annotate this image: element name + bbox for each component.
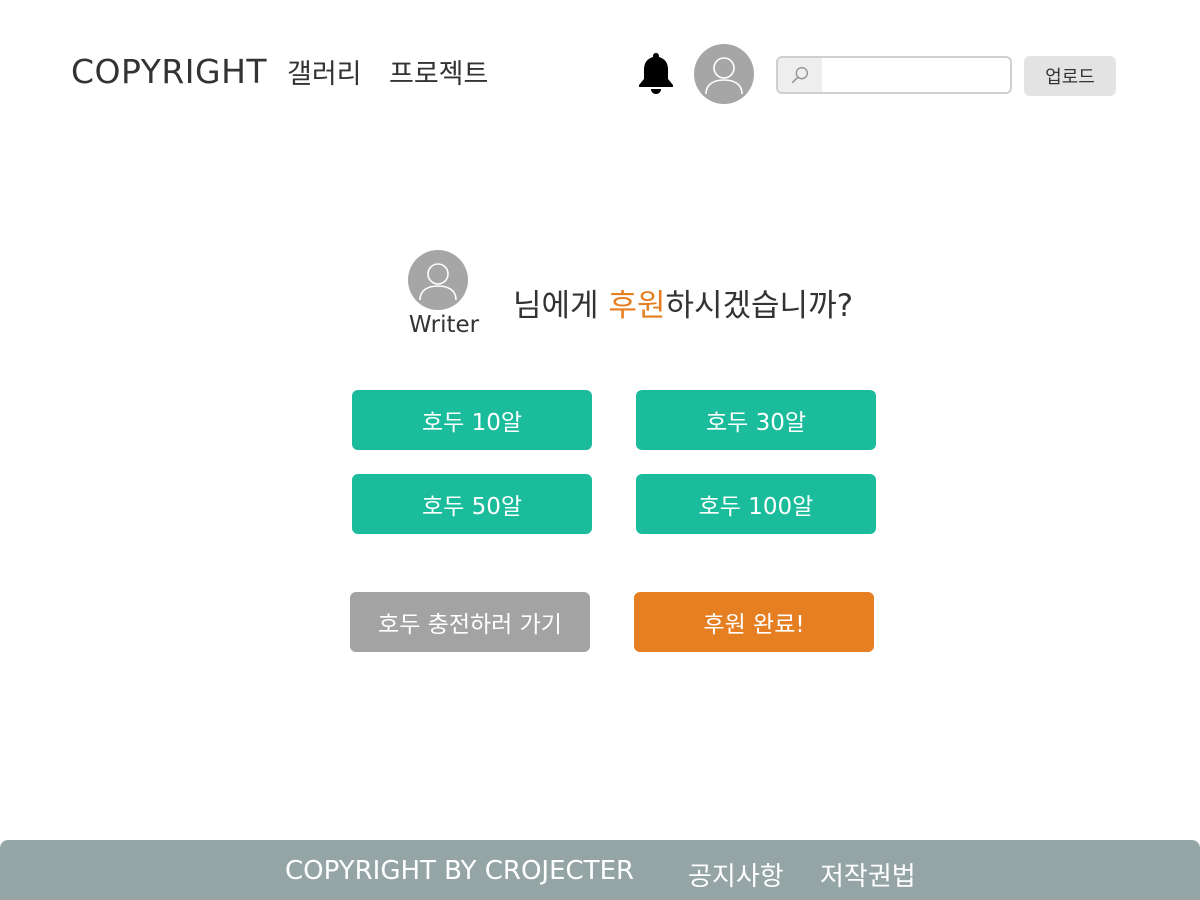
bell-icon[interactable] — [636, 50, 676, 96]
footer-copyright: COPYRIGHT BY CROJECTER — [285, 856, 635, 886]
nav-gallery[interactable]: 갤러리 — [287, 52, 362, 91]
search-input[interactable] — [824, 58, 1010, 92]
support-question: 님에게 후원하시겠습니까? — [513, 280, 853, 325]
search-icon[interactable] — [778, 58, 822, 92]
writer-avatar — [408, 250, 468, 310]
charge-button[interactable]: 호두 충전하러 가기 — [350, 592, 590, 652]
page: COPYRIGHT 갤러리 프로젝트 업로드 Writer 님에게 후원하시겠습… — [0, 0, 1200, 900]
option-50-button[interactable]: 호두 50알 — [352, 474, 592, 534]
question-highlight: 후원 — [608, 288, 666, 324]
user-avatar-icon — [419, 263, 457, 301]
user-avatar[interactable] — [694, 44, 754, 104]
footer-law-link[interactable]: 저작권법 — [820, 856, 916, 893]
option-10-button[interactable]: 호두 10알 — [352, 390, 592, 450]
nav-project[interactable]: 프로젝트 — [389, 52, 488, 91]
footer-notice-link[interactable]: 공지사항 — [688, 856, 784, 893]
question-prefix: 님에게 — [513, 288, 609, 324]
option-30-button[interactable]: 호두 30알 — [636, 390, 876, 450]
search-box — [776, 56, 1012, 94]
question-suffix: 하시겠습니까? — [665, 288, 854, 324]
option-100-button[interactable]: 호두 100알 — [636, 474, 876, 534]
writer-name: Writer — [408, 312, 480, 338]
site-logo[interactable]: COPYRIGHT — [71, 52, 267, 91]
upload-button[interactable]: 업로드 — [1024, 56, 1116, 96]
footer: COPYRIGHT BY CROJECTER 공지사항 저작권법 — [0, 840, 1200, 900]
complete-support-button[interactable]: 후원 완료! — [634, 592, 874, 652]
user-avatar-icon — [705, 57, 743, 95]
